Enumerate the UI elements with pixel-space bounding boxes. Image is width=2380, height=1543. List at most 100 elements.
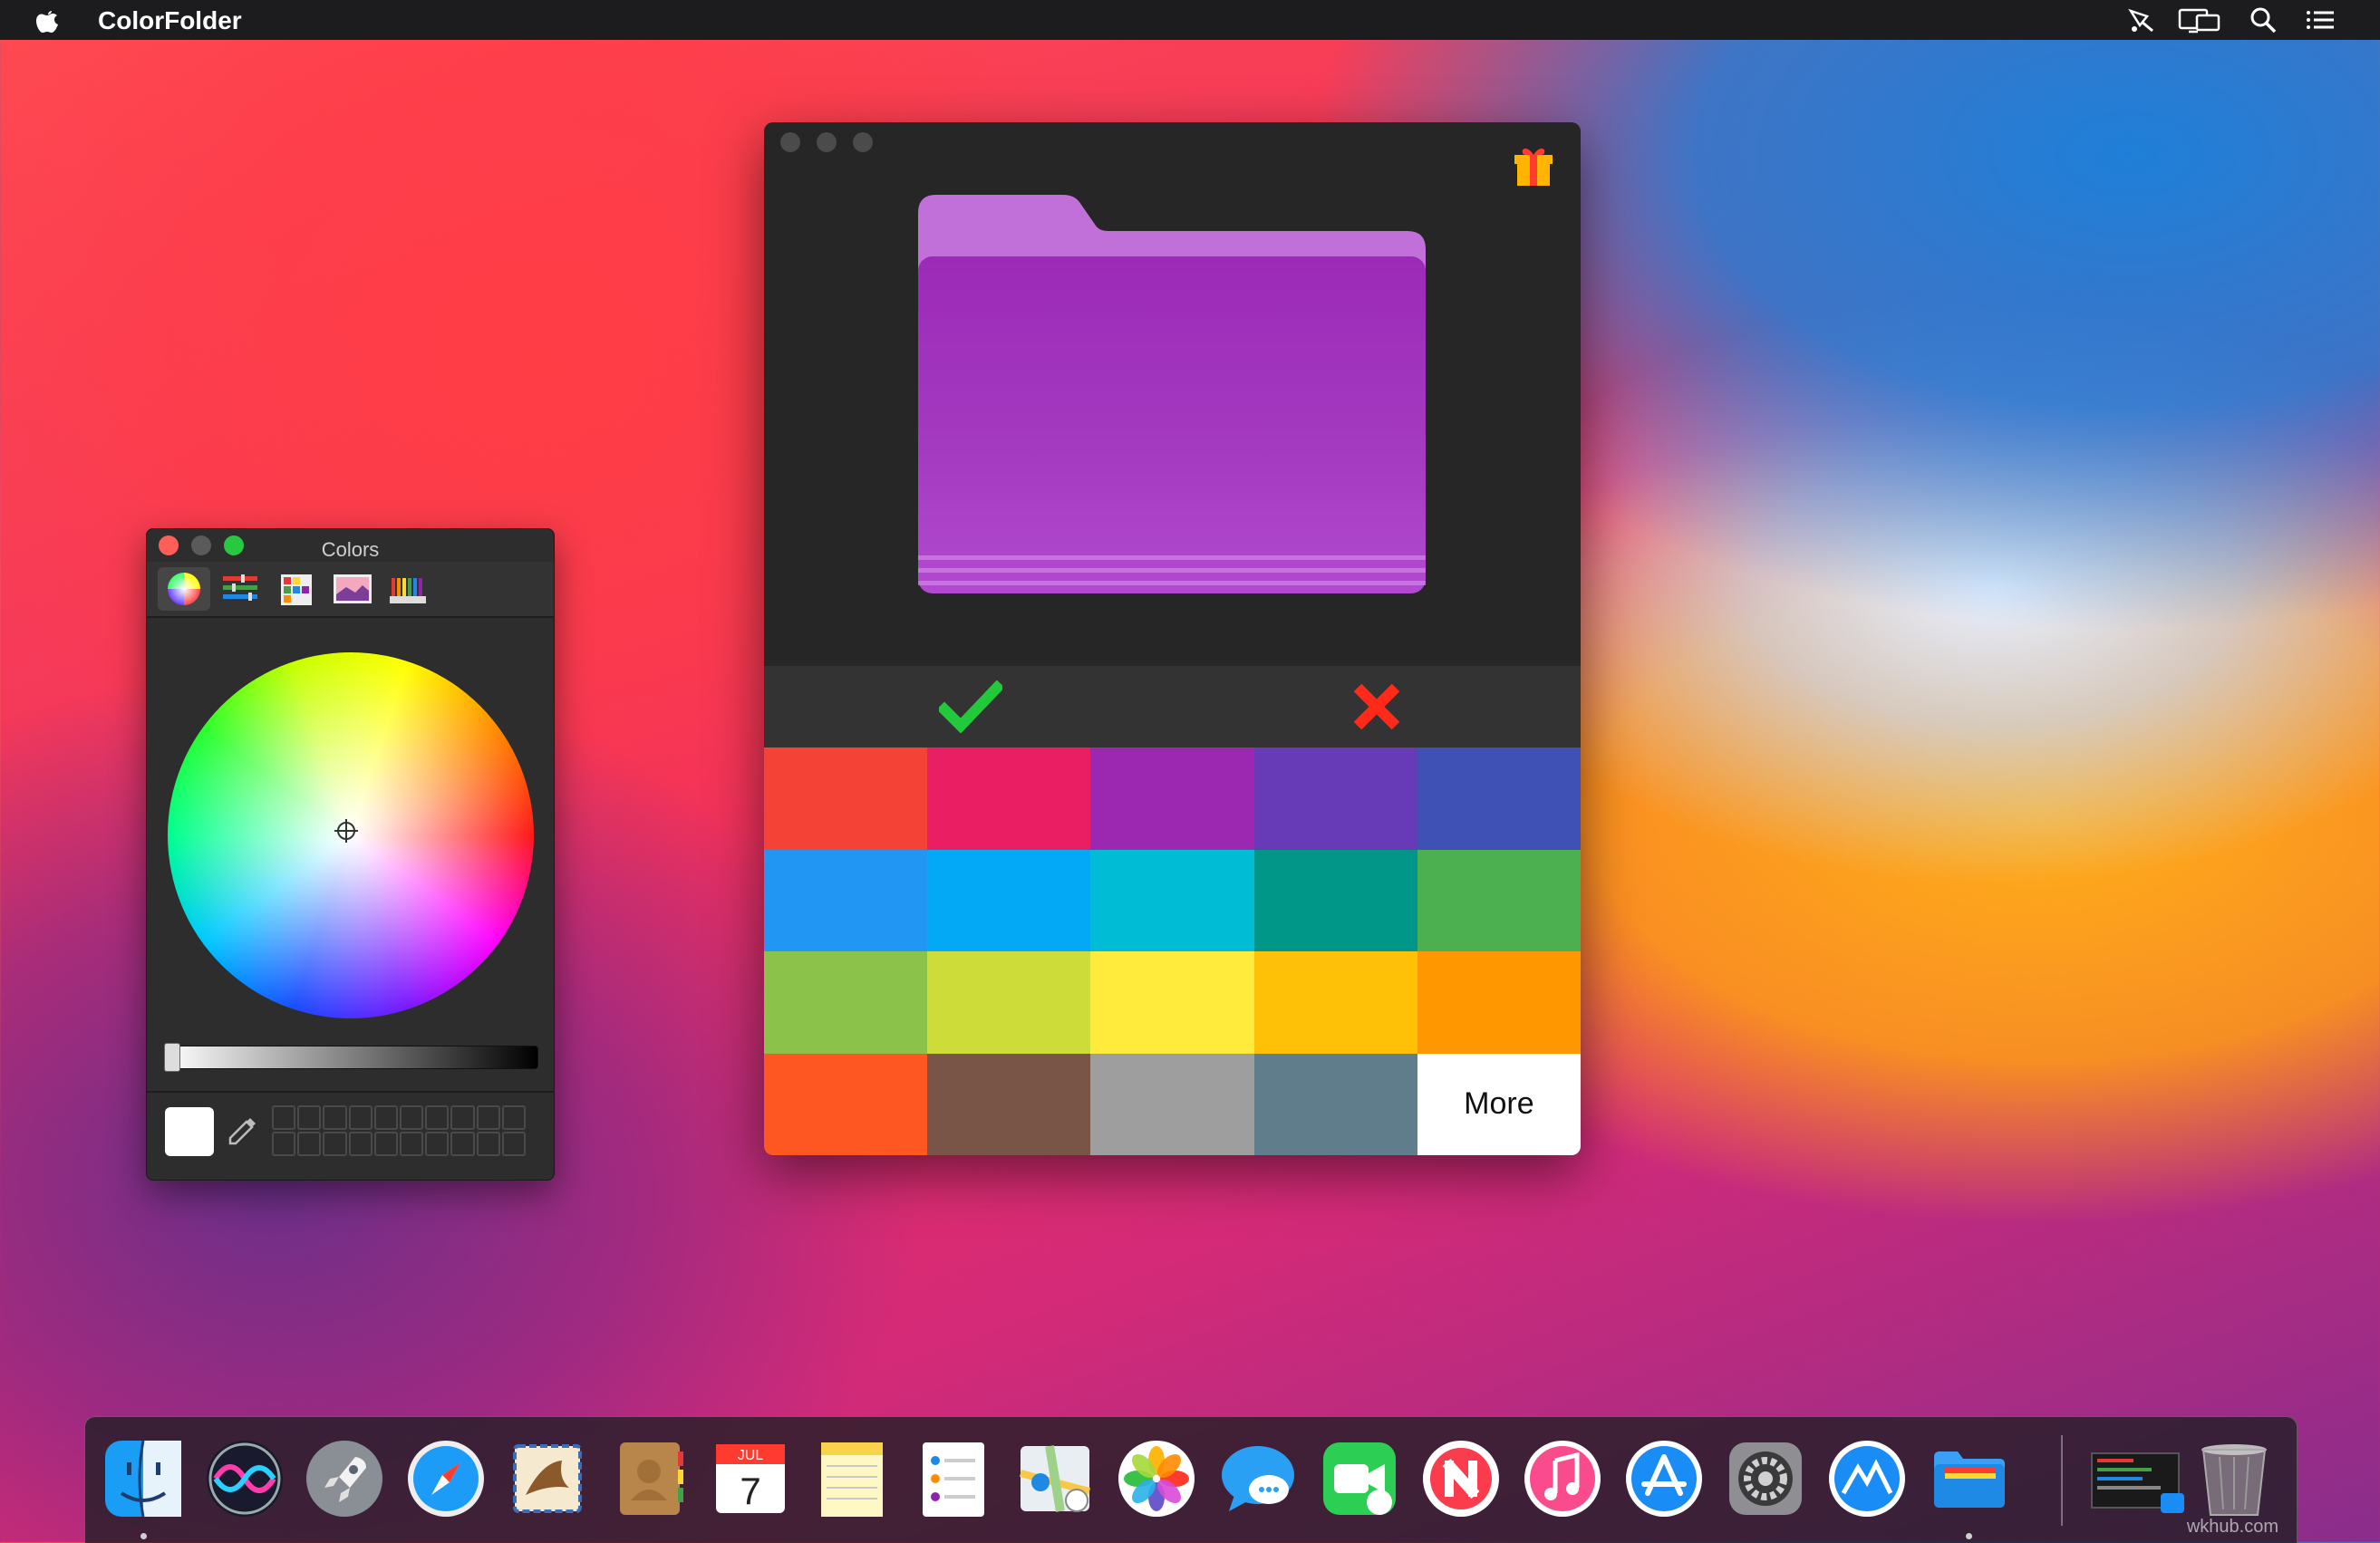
- color-swatch[interactable]: [1253, 1053, 1417, 1155]
- x-mark-icon[interactable]: [1350, 680, 1403, 733]
- menu-bar: ColorFolder: [0, 0, 2380, 40]
- custom-color-cell[interactable]: [476, 1105, 500, 1130]
- color-swatch[interactable]: [764, 747, 928, 850]
- dock-separator: [2061, 1435, 2063, 1526]
- pencils-tab[interactable]: [382, 567, 435, 611]
- calendar-month: JUL: [738, 1448, 764, 1463]
- color-swatch[interactable]: [927, 849, 1091, 951]
- app-name[interactable]: ColorFolder: [98, 6, 242, 35]
- display-icon[interactable]: [2177, 5, 2222, 34]
- custom-color-cell[interactable]: [297, 1105, 322, 1130]
- palettes-tab[interactable]: [270, 567, 323, 611]
- running-indicator: [140, 1533, 147, 1539]
- color-swatch[interactable]: [1253, 747, 1417, 850]
- custom-color-cell[interactable]: [450, 1132, 475, 1156]
- launchpad-icon[interactable]: [303, 1437, 386, 1520]
- divider: [147, 1091, 554, 1093]
- app-store-icon[interactable]: [1622, 1437, 1706, 1520]
- sliders-icon: [223, 574, 257, 601]
- news-icon[interactable]: [1419, 1437, 1503, 1520]
- system-preferences-icon[interactable]: [1724, 1437, 1807, 1520]
- music-icon[interactable]: [1521, 1437, 1604, 1520]
- color-wheel-tab[interactable]: [158, 567, 210, 611]
- color-swatch[interactable]: [1090, 1053, 1254, 1155]
- trash-icon[interactable]: [2192, 1437, 2276, 1520]
- color-swatch[interactable]: [764, 1053, 928, 1155]
- siri-icon[interactable]: [203, 1437, 286, 1520]
- custom-color-cell[interactable]: [501, 1105, 526, 1130]
- image-palette-icon: [334, 574, 372, 603]
- colorfolder-icon[interactable]: [1927, 1437, 2010, 1520]
- minimize-button[interactable]: [817, 132, 837, 152]
- notes-icon[interactable]: [810, 1437, 894, 1520]
- custom-color-cell[interactable]: [476, 1132, 500, 1156]
- checkmark-icon[interactable]: [939, 680, 1002, 733]
- color-swatch[interactable]: [764, 849, 928, 951]
- custom-color-cell[interactable]: [450, 1105, 475, 1130]
- color-swatch[interactable]: [764, 951, 928, 1054]
- custom-color-cell[interactable]: [373, 1132, 398, 1156]
- custom-color-cell[interactable]: [348, 1105, 372, 1130]
- colors-title: Colors: [321, 538, 380, 561]
- brightness-slider[interactable]: [164, 1043, 538, 1072]
- custom-color-cell[interactable]: [323, 1132, 347, 1156]
- color-swatch[interactable]: [927, 747, 1091, 850]
- custom-color-cell[interactable]: [348, 1132, 372, 1156]
- colors-tabs: [147, 562, 554, 618]
- calendar-icon[interactable]: JUL 7: [709, 1437, 792, 1520]
- watermark: wkhub.com: [2186, 1517, 2278, 1537]
- custom-color-grid: [272, 1105, 526, 1156]
- color-swatch[interactable]: [927, 1053, 1091, 1155]
- custom-color-cell[interactable]: [297, 1132, 322, 1156]
- screenshot-thumbnail-icon[interactable]: [2088, 1437, 2188, 1520]
- close-button[interactable]: [780, 132, 800, 152]
- custom-color-cell[interactable]: [400, 1105, 424, 1130]
- gift-icon[interactable]: [1510, 142, 1557, 189]
- color-palette: More: [764, 747, 1581, 1155]
- paint-bucket-icon[interactable]: [2125, 5, 2158, 34]
- camo-icon[interactable]: [1825, 1437, 1909, 1520]
- color-swatch[interactable]: [1090, 951, 1254, 1054]
- color-swatch[interactable]: [1417, 747, 1581, 850]
- color-swatch[interactable]: [1417, 849, 1581, 951]
- photos-icon[interactable]: [1115, 1437, 1198, 1520]
- color-wheel-icon: [168, 573, 200, 605]
- contacts-icon[interactable]: [607, 1437, 691, 1520]
- custom-color-cell[interactable]: [425, 1132, 450, 1156]
- color-swatch[interactable]: [927, 951, 1091, 1054]
- more-button[interactable]: More: [1417, 1053, 1581, 1155]
- custom-color-cell[interactable]: [323, 1105, 347, 1130]
- pencils-icon: [390, 578, 426, 603]
- custom-color-cell[interactable]: [373, 1105, 398, 1130]
- color-swatch[interactable]: [1090, 747, 1254, 850]
- messages-icon[interactable]: [1216, 1437, 1300, 1520]
- apple-icon[interactable]: [34, 5, 60, 34]
- current-color-swatch[interactable]: [165, 1107, 214, 1156]
- custom-color-cell[interactable]: [272, 1105, 296, 1130]
- palettes-icon: [281, 574, 312, 605]
- color-swatch[interactable]: [1253, 951, 1417, 1054]
- color-swatch[interactable]: [1253, 849, 1417, 951]
- colors-panel: Colors: [146, 528, 555, 1181]
- action-bar: [764, 666, 1581, 747]
- custom-color-cell[interactable]: [425, 1105, 450, 1130]
- color-swatch[interactable]: [1090, 849, 1254, 951]
- color-swatch[interactable]: [1417, 951, 1581, 1054]
- brightness-slider-knob[interactable]: [164, 1043, 180, 1072]
- mail-icon[interactable]: [506, 1437, 589, 1520]
- running-indicator: [1966, 1533, 1972, 1539]
- zoom-button[interactable]: [853, 132, 873, 152]
- reminders-icon[interactable]: [912, 1437, 995, 1520]
- custom-color-cell[interactable]: [400, 1132, 424, 1156]
- finder-icon[interactable]: [102, 1437, 185, 1520]
- sliders-tab[interactable]: [214, 567, 266, 611]
- search-icon[interactable]: [2248, 5, 2280, 34]
- maps-icon[interactable]: [1013, 1437, 1097, 1520]
- facetime-icon[interactable]: [1318, 1437, 1401, 1520]
- safari-icon[interactable]: [404, 1437, 488, 1520]
- image-palette-tab[interactable]: [326, 567, 379, 611]
- custom-color-cell[interactable]: [272, 1132, 296, 1156]
- eyedropper-icon[interactable]: [225, 1113, 261, 1149]
- list-icon[interactable]: [2304, 5, 2336, 34]
- custom-color-cell[interactable]: [501, 1132, 526, 1156]
